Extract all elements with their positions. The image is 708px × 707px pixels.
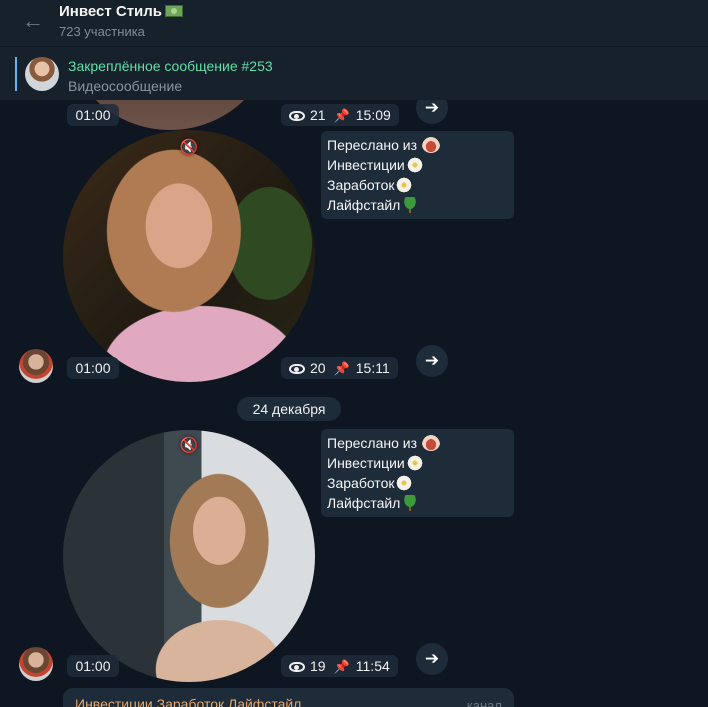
- text-message[interactable]: Инвестиции Заработок Лайфстайл канал: [63, 688, 514, 707]
- forward-header[interactable]: Переслано из Инвестиции Заработок Лайфст…: [321, 131, 514, 219]
- channel-name-part: Заработок: [327, 177, 395, 193]
- views-icon: [289, 364, 305, 374]
- forward-button[interactable]: ➔: [416, 345, 448, 377]
- video-duration: 01:00: [67, 357, 119, 379]
- chat-header: ← Инвест Стиль 723 участника: [0, 0, 708, 46]
- channel-name-part: Инвестиции: [327, 455, 405, 471]
- chat-title[interactable]: Инвест Стиль: [59, 3, 184, 20]
- views-count: 21: [310, 107, 326, 123]
- flower-emoji-icon: [395, 475, 414, 491]
- forward-button[interactable]: ➔: [416, 643, 448, 675]
- forwarded-from-label: Переслано из: [327, 137, 418, 153]
- video-duration: 01:00: [67, 104, 119, 126]
- pin-icon: 📌: [333, 659, 350, 674]
- pinned-preview: Видеосообщение: [68, 78, 183, 94]
- video-message[interactable]: [63, 430, 315, 682]
- avatar[interactable]: [19, 647, 53, 681]
- pinned-thumbnail: [25, 57, 59, 91]
- message-meta: 19 📌 11:54: [281, 655, 398, 677]
- muted-icon[interactable]: 🔇: [178, 137, 200, 159]
- palm-emoji-icon: [401, 495, 420, 511]
- pinned-message-bar[interactable]: Закреплённое сообщение #253 Видеосообщен…: [0, 46, 708, 100]
- forwarded-from-label: Переслано из: [327, 435, 418, 451]
- channel-name-part: Инвестиции: [327, 157, 405, 173]
- channel-name-part: Лайфстайл: [327, 197, 401, 213]
- views-count: 19: [310, 658, 326, 674]
- member-count: 723 участника: [59, 24, 145, 39]
- lips-emoji-icon: [421, 137, 440, 153]
- message-meta: 21 📌 15:09: [281, 104, 399, 126]
- channel-name-part: Заработок: [327, 475, 395, 491]
- flower-emoji-icon: [405, 157, 424, 173]
- video-message[interactable]: [63, 130, 315, 382]
- palm-emoji-icon: [401, 197, 420, 213]
- pinned-indicator: [15, 57, 17, 91]
- flower-emoji-icon: [395, 177, 414, 193]
- forward-header[interactable]: Переслано из Инвестиции Заработок Лайфст…: [321, 429, 514, 517]
- channel-name-part: Лайфстайл: [327, 495, 401, 511]
- pin-icon: 📌: [333, 361, 350, 376]
- views-count: 20: [310, 360, 326, 376]
- chat-title-text: Инвест Стиль: [59, 3, 163, 20]
- lips-emoji-icon: [421, 435, 440, 451]
- pin-icon: 📌: [333, 108, 350, 123]
- chat-messages: 01:00 21 📌 15:09 ➔ 🔇 Переслано из Инвестиц…: [0, 100, 708, 707]
- back-arrow-icon[interactable]: ←: [20, 8, 46, 34]
- video-duration: 01:00: [67, 655, 119, 677]
- message-meta: 20 📌 15:11: [281, 357, 398, 379]
- message-time: 11:54: [355, 658, 390, 674]
- views-icon: [289, 111, 305, 121]
- message-time: 15:11: [355, 360, 390, 376]
- channel-label: канал: [466, 698, 502, 707]
- message-text: Инвестиции Заработок Лайфстайл: [75, 696, 302, 707]
- flower-emoji-icon: [405, 455, 424, 471]
- message-time: 15:09: [355, 107, 391, 123]
- views-icon: [289, 662, 305, 672]
- pinned-title: Закреплённое сообщение #253: [68, 58, 273, 74]
- date-separator: 24 декабря: [237, 397, 341, 421]
- money-emoji-icon: [165, 5, 184, 17]
- avatar[interactable]: [19, 349, 53, 383]
- muted-icon[interactable]: 🔇: [178, 435, 200, 457]
- forward-button[interactable]: ➔: [416, 100, 448, 124]
